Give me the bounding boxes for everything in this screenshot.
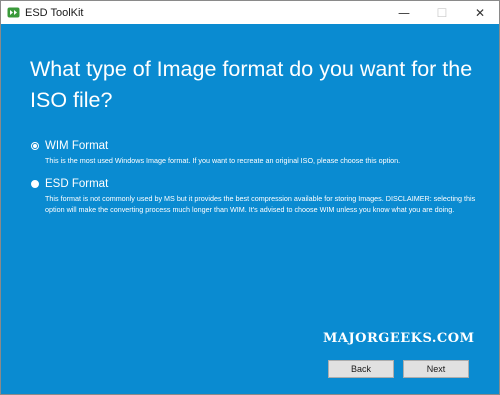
radio-selected-dot: [33, 144, 37, 148]
title-bar[interactable]: ESD ToolKit — ☐ ✕: [1, 1, 499, 24]
window-title: ESD ToolKit: [25, 6, 84, 19]
esd-radio-button[interactable]: [31, 180, 39, 188]
wizard-page: What type of Image format do you want fo…: [1, 24, 499, 394]
wim-radio-button[interactable]: [31, 142, 39, 150]
option-wim[interactable]: WIM Format This is the most used Windows…: [31, 140, 481, 167]
esd-format-label[interactable]: ESD Format: [45, 178, 108, 190]
caption-buttons: — ☐ ✕: [385, 1, 499, 24]
maximize-button[interactable]: ☐: [423, 1, 461, 24]
next-button[interactable]: Next: [403, 360, 469, 378]
option-esd[interactable]: ESD Format This format is not commonly u…: [31, 178, 481, 215]
majorgeeks-watermark: MAJORGEEKS.COM: [323, 331, 475, 346]
wim-format-label[interactable]: WIM Format: [45, 140, 108, 152]
minimize-button[interactable]: —: [385, 1, 423, 24]
back-button[interactable]: Back: [328, 360, 394, 378]
wim-format-description: This is the most used Windows Image form…: [45, 156, 401, 165]
esd-format-description: This format is not commonly used by MS b…: [45, 194, 476, 214]
app-window: ESD ToolKit — ☐ ✕ What type of Image for…: [0, 0, 500, 395]
close-button[interactable]: ✕: [461, 1, 499, 24]
page-question: What type of Image format do you want fo…: [30, 57, 473, 112]
esd-toolkit-app-icon: [7, 7, 20, 18]
